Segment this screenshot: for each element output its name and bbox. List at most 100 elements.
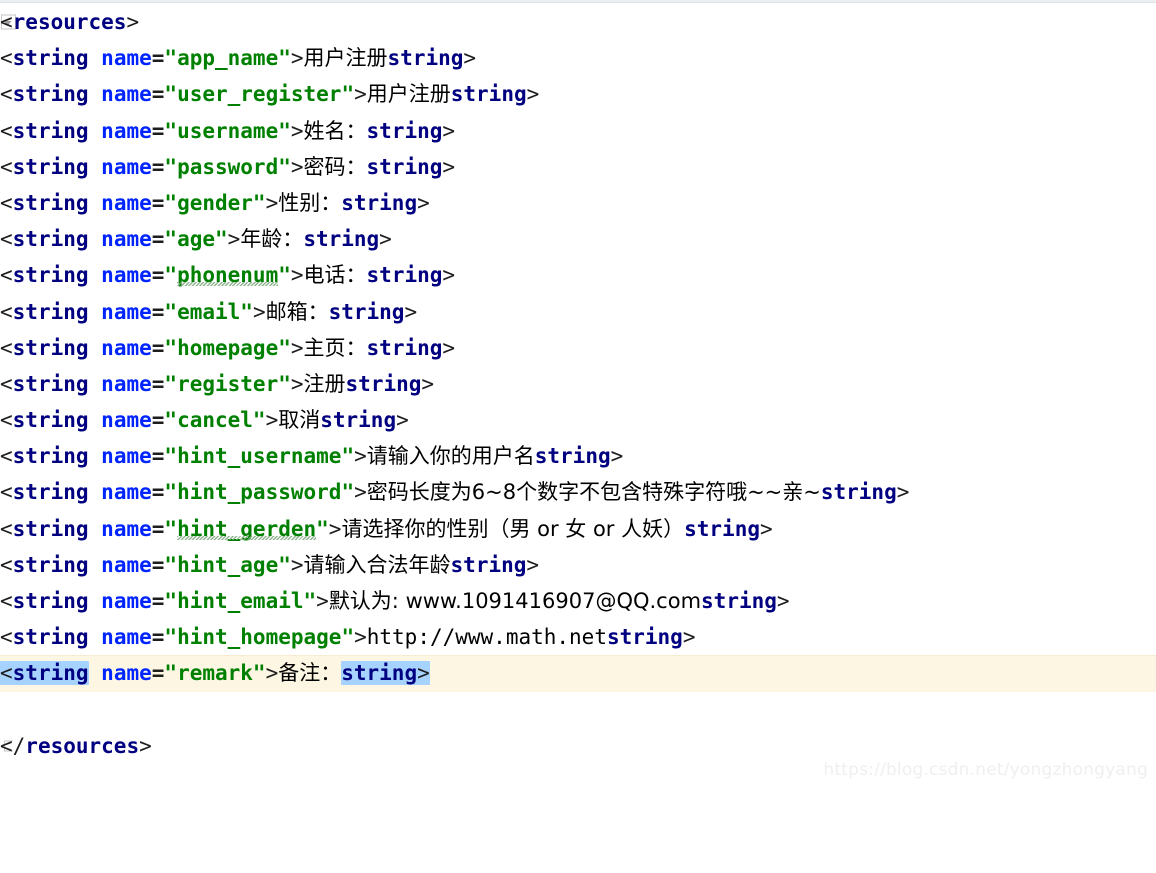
angle-bracket-close: >	[227, 227, 241, 252]
code-line-string-hint_gerden[interactable]: <string name="hint_gerden">请选择你的性别（男 or …	[0, 511, 1156, 547]
quote-close: "	[215, 227, 228, 252]
code-line-resources-close[interactable]: </resources>	[0, 728, 1156, 764]
string-value-hint_homepage: http://www.math.net	[366, 625, 607, 650]
selection-open-tag: <string	[0, 119, 89, 143]
quote-close: "	[278, 154, 291, 179]
tag-name-string-close: string	[366, 154, 443, 179]
angle-bracket-end-open: string>	[451, 553, 540, 577]
attribute-name: name	[101, 480, 152, 505]
string-value-homepage: 主页：	[303, 335, 367, 360]
code-line-string-hint_homepage[interactable]: <string name="hint_homepage">http://www.…	[0, 619, 1156, 655]
angle-bracket-end-close: >	[682, 625, 696, 650]
selection-open-tag: <string	[0, 263, 89, 287]
angle-bracket-end-open: string>	[684, 517, 773, 541]
attribute-equals: =	[151, 46, 165, 71]
code-line-string-hint_email[interactable]: <string name="hint_email">默认为: www.10914…	[0, 583, 1156, 619]
code-line-string-hint_age[interactable]: <string name="hint_age">请输入合法年龄string>	[0, 547, 1156, 583]
quote-close: "	[240, 299, 253, 324]
angle-bracket-end-open: string>	[821, 480, 910, 504]
angle-bracket-close: >	[126, 10, 140, 34]
quote-open: "	[164, 589, 178, 613]
code-line-string-cancel[interactable]: <string name="cancel">取消string>	[0, 402, 1156, 438]
attribute-equals: =	[151, 299, 165, 324]
attribute-equals: =	[151, 371, 165, 396]
angle-bracket-end-close: >	[404, 299, 418, 324]
attribute-equals: =	[151, 263, 165, 288]
code-line-string-homepage[interactable]: <string name="homepage">主页：string>	[0, 330, 1156, 366]
quote-close: "	[278, 552, 291, 577]
angle-bracket-open: <	[0, 444, 13, 469]
quote-close: "	[252, 190, 266, 215]
code-line-string-gender[interactable]: <string name="gender">性别：string>	[0, 185, 1156, 221]
code-line-text: <string name="hint_homepage">http://www.…	[0, 619, 695, 655]
angle-bracket-open: <	[0, 371, 13, 396]
attribute-value-email: email	[177, 299, 241, 324]
quote-open: "	[164, 154, 178, 179]
code-line-string-hint_password[interactable]: <string name="hint_password">密码长度为6~8个数字…	[0, 474, 1156, 510]
attribute-value-age: age	[177, 227, 215, 252]
code-line-text: <string name="register">注册string>	[0, 366, 434, 402]
code-line-string-register[interactable]: <string name="register">注册string>	[0, 366, 1156, 402]
attribute-value-hint_gerden: hint_gerden	[177, 516, 317, 541]
code-line-resources-open[interactable]: <resources>	[0, 4, 1156, 40]
tag-name-string: string	[12, 154, 89, 179]
tag-name-string-close: string	[387, 46, 464, 71]
angle-bracket-end-close: >	[139, 733, 152, 758]
tag-name-string: string	[12, 444, 89, 469]
code-line-text: </resources>	[0, 728, 152, 764]
selection-open-tag: <string	[0, 589, 89, 613]
code-line-string-phonenum[interactable]: <string name="phonenum">电话：string>	[0, 257, 1156, 293]
tag-name-string-close: string	[450, 552, 527, 577]
attribute-name: name	[101, 625, 152, 650]
angle-bracket-end-close: >	[463, 46, 477, 71]
code-line-text: <string name="cancel">取消string>	[0, 402, 409, 438]
code-line-string-user_register[interactable]: <string name="user_register">用户注册string>	[0, 76, 1156, 112]
code-line-string-email[interactable]: <string name="email">邮箱：string>	[0, 294, 1156, 330]
selection-close-tag: string>	[367, 336, 456, 360]
xml-code-editor[interactable]: <resources> <string name="app_name">用户注册…	[0, 0, 1156, 788]
attribute-name: name	[101, 661, 152, 686]
string-value-password: 密码：	[303, 154, 367, 179]
code-line-string-app_name[interactable]: <string name="app_name">用户注册string>	[0, 40, 1156, 76]
selection-open-tag: <string	[0, 82, 89, 106]
tag-name-string: string	[12, 480, 89, 505]
code-line-string-remark[interactable]: <string name="remark">备注：string>	[0, 655, 1156, 692]
tag-name-string-close: string	[366, 263, 443, 288]
tag-name-string-close: string	[684, 516, 760, 541]
string-value-cancel: 取消	[278, 408, 321, 433]
selection-open-tag: <string	[0, 517, 89, 541]
attribute-equals: =	[151, 227, 165, 252]
selection-open-tag: <string	[0, 661, 89, 686]
attribute-equals: =	[151, 625, 165, 650]
quote-open: "	[164, 118, 178, 143]
code-line-string-age[interactable]: <string name="age">年龄：string>	[0, 221, 1156, 257]
angle-bracket-open: <	[0, 82, 13, 107]
attribute-value-register: register	[177, 371, 279, 396]
code-content-area[interactable]: <resources> <string name="app_name">用户注册…	[0, 4, 1156, 764]
angle-bracket-open: <	[0, 408, 13, 433]
tag-name-string-close: string	[820, 480, 897, 505]
angle-bracket-end-open: string>	[367, 155, 456, 179]
attribute-name: name	[101, 46, 152, 71]
attribute-equals: =	[151, 190, 165, 215]
string-value-phonenum: 电话：	[303, 263, 367, 288]
string-resource-lines[interactable]: <string name="app_name">用户注册string> <stri…	[0, 40, 1156, 692]
code-line-string-password[interactable]: <string name="password">密码：string>	[0, 149, 1156, 185]
angle-bracket-end-open: </	[0, 733, 26, 758]
attribute-value-app_name: app_name	[177, 46, 279, 71]
quote-close: "	[278, 335, 291, 360]
attribute-name: name	[101, 589, 152, 613]
attribute-equals: =	[151, 480, 165, 505]
attribute-name: name	[101, 516, 152, 541]
code-line-string-hint_username[interactable]: <string name="hint_username">请输入你的用户名str…	[0, 438, 1156, 474]
attribute-value-hint_email: hint_email	[177, 589, 304, 613]
selection-open-tag: <string	[0, 408, 89, 432]
code-line-string-username[interactable]: <string name="username">姓名：string>	[0, 113, 1156, 149]
attribute-value-phonenum: phonenum	[177, 263, 279, 288]
